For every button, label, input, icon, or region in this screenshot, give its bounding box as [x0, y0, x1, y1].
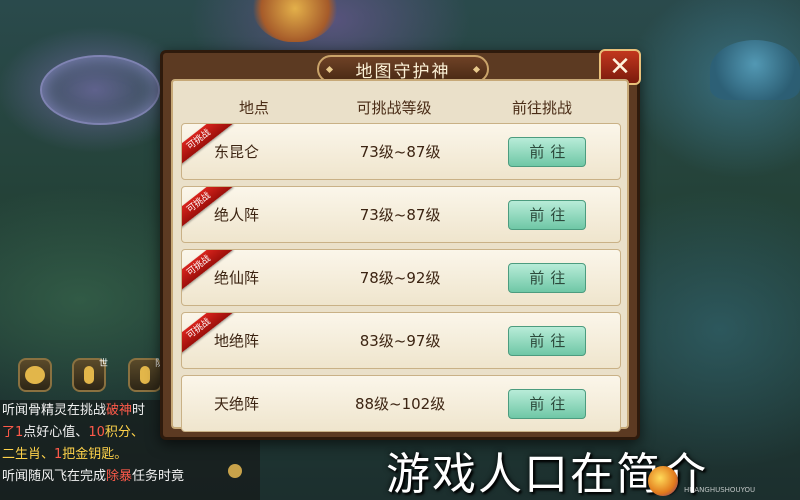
go-button[interactable]: 前往 [508, 199, 587, 230]
level-range: 83级~97级 [359, 332, 441, 350]
watermark-logo-icon [648, 466, 678, 496]
map-guardian-dialog: 地图守护神 ✕ 地点 可挑战等级 前往挑战 可挑战 东昆仑 73级~87级 前往… [160, 49, 641, 440]
level-range: 73级~87级 [359, 143, 441, 161]
column-header-level: 可挑战等级 [356, 98, 432, 117]
flower-decoration [250, 0, 340, 42]
table-row: 可挑战 绝人阵 73级~87级 前往 [181, 186, 621, 243]
go-button[interactable]: 前往 [508, 136, 587, 167]
level-range: 88级~102级 [354, 395, 446, 413]
chat-bubble-button[interactable] [18, 358, 52, 392]
go-button[interactable]: 前往 [508, 388, 587, 419]
magic-circle-decoration [40, 55, 160, 125]
world-voice-tag: 世 [98, 359, 108, 369]
level-range: 78级~92级 [359, 269, 441, 287]
watermark-text: HUANGHUSHOUYOU [684, 486, 756, 494]
level-range: 73级~87级 [359, 206, 441, 224]
table-row: 可挑战 绝仙阵 78级~92级 前往 [181, 249, 621, 306]
team-voice-button[interactable]: 队 [128, 358, 164, 392]
table-row: 可挑战 东昆仑 73级~87级 前往 [181, 123, 621, 180]
column-header-challenge: 前往挑战 [511, 98, 572, 117]
microphone-icon [140, 366, 150, 384]
table-row: 可挑战 地绝阵 83级~97级 前往 [181, 312, 621, 369]
guardian-list: 可挑战 东昆仑 73级~87级 前往 可挑战 绝人阵 73级~87级 前往 可挑… [181, 123, 621, 438]
chat-line: 二生肖、1把金钥匙。 [2, 447, 128, 462]
go-button[interactable]: 前往 [508, 325, 587, 356]
microphone-icon [84, 366, 94, 384]
location-name: 天绝阵 [214, 395, 260, 413]
chat-bubble-icon [25, 366, 45, 384]
table-row: 天绝阵 88级~102级 前往 [181, 375, 621, 432]
mushroom-decoration [710, 40, 800, 100]
chat-line: 听闻随风飞在完成除暴任务时竟 [2, 469, 185, 484]
go-button[interactable]: 前往 [508, 262, 587, 293]
world-voice-button[interactable]: 世 [72, 358, 108, 392]
table-header: 地点 可挑战等级 前往挑战 [175, 93, 615, 121]
gear-icon[interactable] [228, 464, 242, 478]
column-header-location: 地点 [238, 98, 269, 117]
